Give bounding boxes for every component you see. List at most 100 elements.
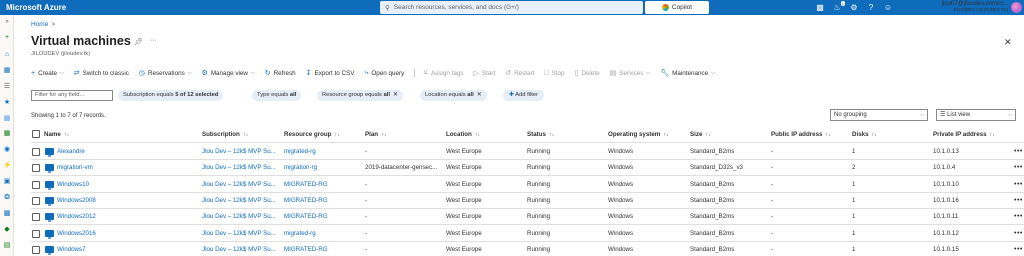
close-icon[interactable]: ✕ bbox=[477, 92, 482, 98]
global-search-input[interactable]: ⚲ Search resources, services, and docs (… bbox=[380, 1, 643, 14]
column-header-name[interactable]: Name ↑↓ bbox=[44, 126, 69, 143]
row-checkbox[interactable] bbox=[32, 164, 40, 173]
export-csv-button[interactable]: ↧ Export to CSV bbox=[306, 69, 355, 78]
table-row[interactable]: Windows2012 Jlou Dev – 12k$ MVP Su... MIGR… bbox=[31, 209, 1024, 226]
reservations-button[interactable]: ◷ Reservations ⌵ bbox=[139, 69, 192, 78]
cell-resource-group[interactable]: migrated-rg bbox=[284, 144, 316, 160]
column-header-size[interactable]: Size ↑↓ bbox=[690, 126, 711, 143]
portal-brand[interactable]: Microsoft Azure bbox=[0, 3, 380, 12]
account-info[interactable]: jlou07@jlloudev.onmicr... JILOUDEV (JILO… bbox=[928, 1, 1008, 13]
start-button[interactable]: ▷ Start bbox=[474, 69, 496, 78]
cell-resource-group[interactable]: MIGRATED-RG bbox=[284, 242, 328, 256]
table-row[interactable]: Alexandre Jlou Dev – 12k$ MVP Su... migrat… bbox=[31, 144, 1024, 160]
row-checkbox[interactable] bbox=[32, 180, 40, 189]
table-row[interactable]: Windows10 Jlou Dev – 12k$ MVP Su... MIGRAT… bbox=[31, 177, 1024, 193]
restart-button[interactable]: ↺ Restart bbox=[505, 69, 534, 78]
row-more-actions-icon[interactable]: ••• bbox=[1014, 160, 1023, 176]
resource-group-filter-pill[interactable]: Resource group equals all ✕ bbox=[317, 90, 403, 101]
column-header-subscription[interactable]: Subscription ↑↓ bbox=[202, 126, 248, 143]
app-services-icon[interactable]: ◉ bbox=[3, 146, 11, 154]
select-all-checkbox[interactable] bbox=[32, 130, 40, 138]
copilot-button[interactable]: Copilot bbox=[645, 1, 709, 14]
storage-account-icon[interactable]: ▤ bbox=[3, 242, 11, 250]
create-button[interactable]: + Create ⌵ bbox=[31, 70, 64, 77]
cosmos-db-icon[interactable]: ❂ bbox=[3, 194, 11, 202]
cell-subscription[interactable]: Jlou Dev – 12k$ MVP Su... bbox=[202, 242, 278, 256]
switch-to-classic-button[interactable]: ⇄ Switch to classic bbox=[74, 69, 129, 78]
subscription-filter-pill[interactable]: Subscription equals 5 of 12 selected bbox=[118, 90, 224, 101]
location-filter-pill[interactable]: Location equals all ✕ bbox=[420, 90, 487, 101]
favorites-star-icon[interactable]: ★ bbox=[3, 99, 11, 107]
maintenance-button[interactable]: 🔧︎ Maintenance ⌵ bbox=[660, 69, 715, 78]
row-more-actions-icon[interactable]: ••• bbox=[1014, 242, 1023, 256]
virtual-machines-icon[interactable]: ▩ bbox=[3, 210, 11, 218]
stop-button[interactable]: □ Stop bbox=[544, 70, 564, 77]
row-checkbox[interactable] bbox=[32, 196, 40, 205]
cell-resource-group[interactable]: MIGRATED-RG bbox=[284, 193, 328, 209]
row-more-actions-icon[interactable]: ••• bbox=[1014, 193, 1023, 209]
row-more-actions-icon[interactable]: ••• bbox=[1014, 177, 1023, 193]
table-row[interactable]: migration-vm Jlou Dev – 12k$ MVP Su... mig… bbox=[31, 160, 1024, 177]
cell-subscription[interactable]: Jlou Dev – 12k$ MVP Su... bbox=[202, 160, 278, 176]
table-row[interactable]: Windows2008 Jlou Dev – 12k$ MVP Su... MIGR… bbox=[31, 193, 1024, 209]
more-options-icon[interactable]: ··· bbox=[150, 37, 157, 44]
load-balancer-icon[interactable]: ◆ bbox=[3, 226, 11, 234]
services-button[interactable]: ▤ Services ⌵ bbox=[610, 69, 651, 78]
cell-name[interactable]: Windows7 bbox=[57, 242, 86, 256]
help-icon[interactable]: ? bbox=[866, 3, 876, 13]
cell-name[interactable]: migration-vm bbox=[57, 160, 93, 176]
manage-view-button[interactable]: ⚙ Manage view ⌵ bbox=[202, 69, 255, 78]
refresh-button[interactable]: ↻ Refresh bbox=[265, 69, 296, 78]
table-row[interactable]: Windows2016 Jlou Dev – 12k$ MVP Su... migr… bbox=[31, 226, 1024, 242]
column-header-plan[interactable]: Plan ↑↓ bbox=[365, 126, 387, 143]
cell-name[interactable]: Windows2016 bbox=[57, 226, 96, 242]
sql-database-icon[interactable]: ▣ bbox=[3, 178, 11, 186]
home-icon[interactable]: ⌂ bbox=[3, 51, 11, 59]
cell-resource-group[interactable]: migrated-rg bbox=[284, 226, 316, 242]
open-query-button[interactable]: ⤷ Open query bbox=[364, 69, 404, 77]
row-checkbox[interactable] bbox=[32, 148, 40, 156]
all-services-icon[interactable]: ☰ bbox=[3, 83, 11, 91]
column-header-location[interactable]: Location ↑↓ bbox=[446, 126, 480, 143]
cell-name[interactable]: Windows2008 bbox=[57, 193, 96, 209]
feedback-icon[interactable]: ☺ bbox=[883, 3, 893, 13]
expand-menu-icon[interactable]: » bbox=[3, 18, 11, 26]
avatar[interactable] bbox=[1011, 2, 1022, 13]
assign-tags-button[interactable]: ⚺ Assign tags bbox=[423, 69, 463, 77]
row-more-actions-icon[interactable]: ••• bbox=[1014, 226, 1023, 242]
function-app-icon[interactable]: ⚡ bbox=[3, 162, 12, 170]
row-checkbox[interactable] bbox=[32, 229, 40, 238]
cell-subscription[interactable]: Jlou Dev – 12k$ MVP Su... bbox=[202, 226, 278, 242]
create-resource-icon[interactable]: + bbox=[3, 34, 11, 42]
notifications-icon[interactable]: ♨ 1 bbox=[832, 0, 845, 13]
cell-name[interactable]: Windows10 bbox=[57, 177, 89, 193]
cell-subscription[interactable]: Jlou Dev – 12k$ MVP Su... bbox=[202, 177, 278, 193]
dashboard-icon[interactable]: ▦ bbox=[3, 67, 11, 75]
cell-subscription[interactable]: Jlou Dev – 12k$ MVP Su... bbox=[202, 209, 278, 225]
filter-input[interactable]: Filter for any field... bbox=[31, 90, 113, 101]
cell-name[interactable]: Alexandre bbox=[57, 144, 85, 160]
column-header-resource-group[interactable]: Resource group ↑↓ bbox=[284, 126, 340, 143]
column-header-private-ip[interactable]: Private IP address ↑↓ bbox=[933, 126, 995, 143]
cell-subscription[interactable]: Jlou Dev – 12k$ MVP Su... bbox=[202, 144, 278, 160]
row-more-actions-icon[interactable]: ••• bbox=[1014, 144, 1023, 160]
all-resources-icon[interactable]: ▩ bbox=[3, 115, 11, 123]
type-filter-pill[interactable]: Type equals all bbox=[252, 90, 302, 101]
grouping-dropdown[interactable]: No grouping ⌵ bbox=[830, 109, 928, 121]
cell-resource-group[interactable]: MIGRATED-RG bbox=[284, 177, 328, 193]
pin-icon[interactable]: 📌︎ bbox=[134, 38, 143, 46]
column-header-os[interactable]: Operating system ↑↓ bbox=[608, 126, 669, 143]
cell-resource-group[interactable]: migration-rg bbox=[284, 160, 317, 176]
close-icon[interactable]: ✕ bbox=[1004, 37, 1012, 48]
cloud-shell-icon[interactable]: ▩ bbox=[815, 3, 825, 13]
cell-name[interactable]: Windows2012 bbox=[57, 209, 96, 225]
row-checkbox[interactable] bbox=[32, 213, 40, 222]
settings-gear-icon[interactable]: ⚙ bbox=[849, 3, 859, 13]
column-header-public-ip[interactable]: Public IP address ↑↓ bbox=[771, 126, 831, 143]
view-dropdown[interactable]: ☰ List view ⌵ bbox=[936, 109, 1016, 121]
row-checkbox[interactable] bbox=[32, 245, 40, 254]
close-icon[interactable]: ✕ bbox=[393, 92, 398, 98]
resource-groups-icon[interactable]: ▦ bbox=[3, 130, 11, 138]
breadcrumb-home[interactable]: Home bbox=[31, 21, 48, 28]
column-header-disks[interactable]: Disks ↑↓ bbox=[852, 126, 877, 143]
